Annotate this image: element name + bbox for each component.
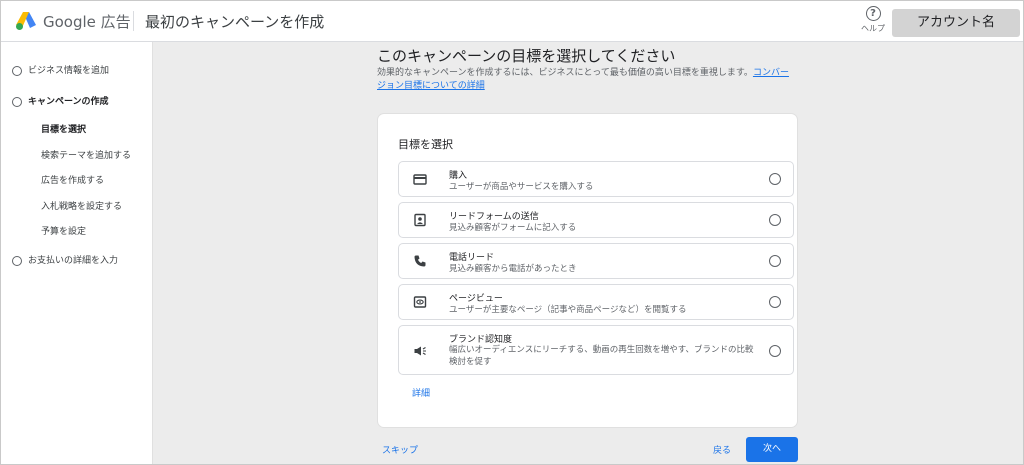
step-create-campaign[interactable]: キャンペーンの作成 bbox=[12, 94, 109, 107]
contact-form-icon bbox=[414, 213, 426, 227]
goal-selection-card: 目標を選択 購入 ユーザーが商品やサービスを購入する リードフォームの送信 見込… bbox=[378, 114, 797, 427]
goal-option-page-view[interactable]: ページビュー ユーザーが主要なページ（記事や商品ページなど）を閲覧する bbox=[398, 284, 794, 320]
header-divider bbox=[133, 11, 134, 31]
step-business-info[interactable]: ビジネス情報を追加 bbox=[12, 63, 109, 76]
progress-sidebar: ビジネス情報を追加 キャンペーンの作成 目標を選択 検索テーマを追加する 広告を… bbox=[1, 42, 153, 464]
option-description: 見込み顧客がフォームに記入する bbox=[449, 223, 577, 233]
megaphone-icon bbox=[414, 346, 426, 356]
step-circle-icon bbox=[12, 65, 22, 76]
radio-button[interactable] bbox=[769, 255, 781, 267]
app-window: Google 広告 最初のキャンペーンを作成 ? ヘルプ アカウント名 ビジネス… bbox=[0, 0, 1024, 465]
step-circle-icon bbox=[12, 255, 22, 266]
main-content: このキャンペーンの目標を選択してください 効果的なキャンペーンを作成するには、ビ… bbox=[153, 42, 1023, 464]
step-circle-icon bbox=[12, 96, 22, 107]
substep-add-search-themes[interactable]: 検索テーマを追加する bbox=[41, 148, 131, 161]
substep-set-bidding[interactable]: 入札戦略を設定する bbox=[41, 199, 122, 212]
goal-option-phone-lead[interactable]: 電話リード 見込み顧客から電話があったとき bbox=[398, 243, 794, 279]
top-bar: Google 広告 最初のキャンペーンを作成 ? ヘルプ アカウント名 bbox=[1, 1, 1023, 42]
skip-link[interactable]: スキップ bbox=[382, 443, 418, 456]
step-label: お支払いの詳細を入力 bbox=[28, 256, 119, 266]
radio-button[interactable] bbox=[769, 296, 781, 308]
account-button[interactable]: アカウント名 bbox=[892, 9, 1020, 37]
google-ads-logo-icon bbox=[16, 12, 36, 30]
step-label: ビジネス情報を追加 bbox=[28, 66, 110, 76]
goal-option-purchase[interactable]: 購入 ユーザーが商品やサービスを購入する bbox=[398, 161, 794, 197]
next-button[interactable]: 次へ bbox=[746, 437, 798, 462]
substep-create-ad[interactable]: 広告を作成する bbox=[41, 173, 104, 186]
brand-name: Google 広告 bbox=[43, 13, 131, 31]
credit-card-icon bbox=[413, 174, 427, 185]
help-button[interactable]: ? ヘルプ bbox=[859, 6, 887, 34]
substep-set-budget[interactable]: 予算を設定 bbox=[41, 224, 86, 237]
step-label: キャンペーンの作成 bbox=[28, 97, 109, 107]
back-button[interactable]: 戻る bbox=[713, 443, 731, 456]
card-title: 目標を選択 bbox=[398, 138, 453, 151]
phone-icon bbox=[414, 255, 426, 267]
help-icon: ? bbox=[865, 6, 881, 21]
option-description: 見込み顧客から電話があったとき bbox=[449, 264, 577, 274]
option-description: ユーザーが商品やサービスを購入する bbox=[449, 182, 594, 192]
substep-select-goal[interactable]: 目標を選択 bbox=[41, 122, 86, 135]
goal-option-lead-form[interactable]: リードフォームの送信 見込み顧客がフォームに記入する bbox=[398, 202, 794, 238]
page-title: このキャンペーンの目標を選択してください bbox=[377, 47, 676, 65]
option-description: 幅広いオーディエンスにリーチする、動画の再生回数を増やす、ブランドの比較検討を促… bbox=[449, 345, 754, 367]
step-payment-details[interactable]: お支払いの詳細を入力 bbox=[12, 253, 118, 266]
help-label: ヘルプ bbox=[861, 24, 885, 33]
page-header-title: 最初のキャンペーンを作成 bbox=[145, 13, 325, 31]
radio-button[interactable] bbox=[769, 345, 781, 357]
description-text: 効果的なキャンペーンを作成するには、ビジネスにとって最も価値の高い目標を重視しま… bbox=[377, 68, 753, 78]
page-view-icon bbox=[413, 296, 427, 308]
goal-option-brand-awareness[interactable]: ブランド認知度 幅広いオーディエンスにリーチする、動画の再生回数を増やす、ブラン… bbox=[398, 325, 794, 375]
option-description: ユーザーが主要なページ（記事や商品ページなど）を閲覧する bbox=[449, 305, 687, 315]
radio-button[interactable] bbox=[769, 173, 781, 185]
page-description: 効果的なキャンペーンを作成するには、ビジネスにとって最も価値の高い目標を重視しま… bbox=[377, 67, 797, 93]
radio-button[interactable] bbox=[769, 214, 781, 226]
details-link[interactable]: 詳細 bbox=[412, 386, 430, 399]
